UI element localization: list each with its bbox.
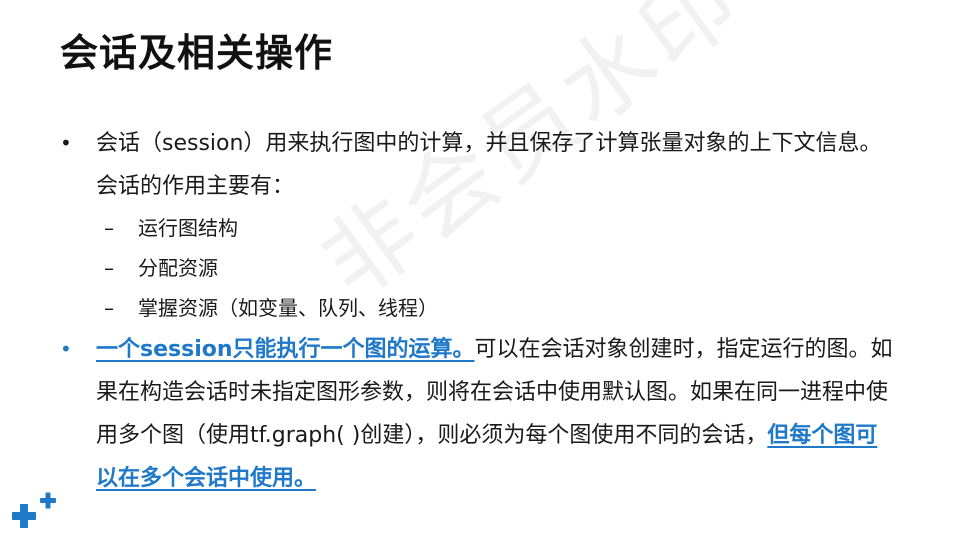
bullet-dot: • [60, 131, 72, 155]
sub-item: – 运行图结构 [104, 208, 900, 248]
sub-item-text: 分配资源 [138, 256, 218, 280]
sub-item-text: 掌握资源（如变量、队列、线程） [138, 296, 438, 320]
sub-dash: – [104, 216, 114, 240]
sub-dash: – [104, 296, 114, 320]
bullet-item-2: • 一个session只能执行一个图的运算。可以在会话对象创建时，指定运行的图。… [60, 328, 896, 500]
sub-item: – 掌握资源（如变量、队列、线程） [104, 288, 900, 328]
sub-list: – 运行图结构 – 分配资源 – 掌握资源（如变量、队列、线程） [104, 208, 900, 328]
plus-cross-logo-icon [12, 492, 56, 528]
sub-item: – 分配资源 [104, 248, 900, 288]
highlight-text: 一个session只能执行一个图的运算。 [96, 337, 475, 362]
bullet-dot: • [60, 337, 72, 361]
sub-dash: – [104, 256, 114, 280]
bullet-item-1: • 会话（session）用来执行图中的计算，并且保存了计算张量对象的上下文信息… [60, 122, 896, 208]
slide-title: 会话及相关操作 [60, 31, 334, 75]
bullet-text: 会话（session）用来执行图中的计算，并且保存了计算张量对象的上下文信息。会… [96, 131, 882, 199]
sub-item-text: 运行图结构 [138, 216, 238, 240]
slide-content: • 会话（session）用来执行图中的计算，并且保存了计算张量对象的上下文信息… [60, 122, 900, 500]
slide: 非会员水印 会话及相关操作 • 会话（session）用来执行图中的计算，并且保… [0, 0, 960, 540]
